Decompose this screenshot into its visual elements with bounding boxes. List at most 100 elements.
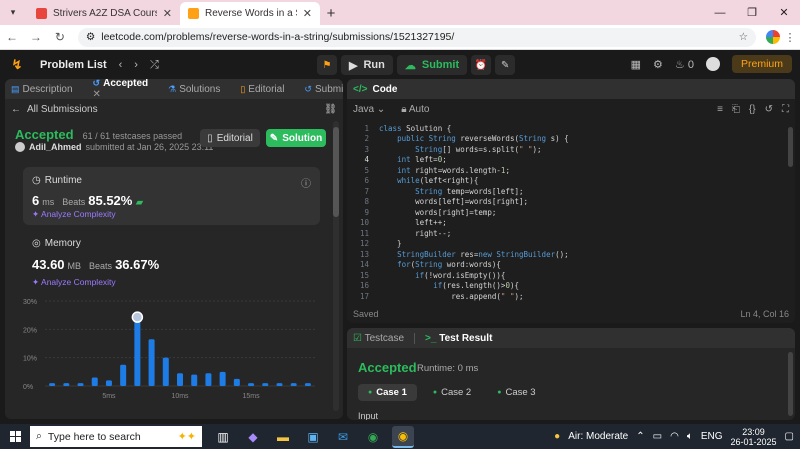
tab-test-result[interactable]: >_ Test Result	[425, 333, 492, 344]
prev-problem-icon[interactable]: ‹	[119, 59, 123, 71]
settings-icon[interactable]: ⚙	[653, 58, 663, 71]
network-icon[interactable]: ◠	[670, 431, 679, 442]
store-icon[interactable]: ▣	[302, 426, 324, 448]
code-line[interactable]: 3 String[] words=s.split(" ");	[347, 144, 787, 155]
shuffle-icon[interactable]: ⤮	[150, 59, 159, 72]
taskbar-search[interactable]: ⌕ Type here to search ✦✦	[30, 426, 202, 447]
timer-icon[interactable]: ⏰	[471, 55, 492, 75]
profile-avatar[interactable]	[766, 30, 781, 44]
code-line[interactable]: 16 if(res.length()>0){	[347, 281, 787, 292]
task-view-icon[interactable]: ▥	[212, 426, 234, 448]
site-info-icon[interactable]: ⚙	[86, 31, 95, 43]
format-icon[interactable]: ≡	[717, 104, 723, 115]
language-indicator[interactable]: ENG	[701, 431, 723, 442]
forward-icon[interactable]: →	[24, 30, 48, 44]
close-tab-icon[interactable]: ✕	[93, 89, 101, 100]
mail-icon[interactable]: ✉	[332, 426, 354, 448]
code-line[interactable]: 10 left++;	[347, 218, 787, 229]
streak-counter[interactable]: ♨ 0	[675, 58, 694, 71]
chrome-active-icon[interactable]: ◉	[392, 425, 414, 448]
leetcode-logo-icon[interactable]: ↯	[10, 57, 24, 72]
notification-icon[interactable]: ▢	[785, 431, 794, 442]
volume-icon[interactable]: 🔈︎	[687, 431, 693, 442]
analyze-complexity-link[interactable]: ✦ Analyze Complexity	[32, 277, 116, 288]
start-button[interactable]	[4, 424, 26, 449]
case-1-tab[interactable]: ● Case 1	[358, 384, 417, 401]
notes-icon[interactable]: ✎	[495, 55, 516, 75]
fullscreen-icon[interactable]: ⛶	[782, 104, 789, 115]
description-icon: ▤	[11, 83, 20, 94]
info-icon[interactable]: ⓘ	[301, 175, 311, 190]
tab-solutions[interactable]: ⚗ Solutions	[168, 84, 220, 95]
code-line[interactable]: 13 StringBuilder res=new StringBuilder()…	[347, 249, 787, 260]
weather-text[interactable]: Air: Moderate	[568, 431, 628, 442]
new-tab-button[interactable]: +	[320, 2, 342, 25]
code-scrollbar[interactable]	[788, 127, 793, 167]
debug-icon[interactable]: ⚑	[317, 55, 337, 75]
username[interactable]: Adil_Ahmed	[29, 142, 82, 152]
code-line[interactable]: 5 int right=words.length-1;	[347, 165, 787, 176]
tab-submissions[interactable]: ↺Submissi	[304, 84, 343, 95]
analyze-complexity-link[interactable]: ✦ Analyze Complexity	[32, 209, 116, 220]
code-line[interactable]: 1 class Solution {	[347, 123, 787, 134]
minimize-icon[interactable]: —	[704, 0, 736, 25]
browser-tab-strivers[interactable]: Strivers A2Z DSA Course/Sheet ✕	[28, 2, 180, 25]
tray-overflow-icon[interactable]: ⌃	[636, 431, 644, 442]
close-tab-icon[interactable]: ✕	[303, 7, 312, 20]
bookmark-star-icon[interactable]: ☆	[739, 31, 748, 43]
code-line[interactable]: 17 res.append(" ");	[347, 291, 787, 302]
tab-testcase[interactable]: ☑ Testcase	[353, 333, 404, 344]
chrome-icon[interactable]: ◉	[362, 426, 384, 448]
bookmark-icon[interactable]: ⎗	[732, 104, 740, 115]
tab-description[interactable]: ▤ Description	[11, 84, 73, 95]
code-line[interactable]: 4 int left=0;	[347, 155, 787, 166]
premium-button[interactable]: Premium	[731, 55, 792, 73]
run-button[interactable]: ▶ Run	[341, 55, 393, 75]
test-scrollbar[interactable]	[788, 352, 793, 416]
battery-icon[interactable]: ▭	[653, 431, 662, 442]
restore-icon[interactable]: ❐	[736, 0, 768, 25]
back-icon[interactable]: ←	[0, 30, 24, 44]
runtime-card[interactable]: ◷ Runtime ⓘ 6 ms Beats 85.52% ▰ ✦ Analyze Co…	[23, 167, 320, 225]
url-input[interactable]: ⚙ leetcode.com/problems/reverse-words-in…	[77, 27, 757, 47]
case-2-tab[interactable]: ● Case 2	[423, 384, 481, 401]
code-line[interactable]: 15 if(!word.isEmpty()){	[347, 270, 787, 281]
auto-mode[interactable]: 🔒︎ Auto	[401, 104, 429, 115]
code-editor[interactable]: 1 class Solution {2 public String reverse…	[347, 123, 787, 303]
browser-menu-icon[interactable]: ⋮	[780, 31, 800, 44]
code-line[interactable]: 14 for(String word:words){	[347, 260, 787, 271]
tab-accepted[interactable]: ↺ Accepted ✕	[93, 79, 149, 100]
layout-icon[interactable]: ▦	[631, 58, 641, 71]
code-line[interactable]: 12 }	[347, 239, 787, 250]
submit-button[interactable]: ☁ Submit	[396, 55, 468, 75]
close-tab-icon[interactable]: ✕	[163, 7, 172, 20]
code-line[interactable]: 9 words[right]=temp;	[347, 207, 787, 218]
tab-list-icon[interactable]: ▾	[4, 4, 22, 20]
clock[interactable]: 23:09 26-01-2025	[731, 427, 777, 447]
share-link-icon[interactable]: ⛓	[324, 104, 337, 115]
code-line[interactable]: 11 right--;	[347, 228, 787, 239]
left-panel-scrollbar[interactable]	[333, 121, 339, 411]
code-line[interactable]: 8 words[left]=words[right];	[347, 197, 787, 208]
reset-icon[interactable]: ↺	[765, 104, 773, 115]
memory-card[interactable]: ◎ Memory 43.60 MB Beats 36.67% ✦ Analyze Com…	[23, 232, 320, 292]
file-explorer-icon[interactable]: ▬	[272, 426, 294, 448]
problem-list-link[interactable]: Problem List	[40, 59, 107, 71]
code-line[interactable]: 7 String temp=words[left];	[347, 186, 787, 197]
tab-editorial[interactable]: ▯ Editorial	[240, 84, 284, 95]
solution-button[interactable]: ✎ Solution	[266, 129, 326, 147]
browser-tab-leetcode[interactable]: Reverse Words in a String - Lee ✕	[180, 2, 320, 25]
close-window-icon[interactable]: ✕	[768, 0, 800, 25]
next-problem-icon[interactable]: ›	[134, 59, 138, 71]
code-line[interactable]: 2 public String reverseWords(String s) {	[347, 134, 787, 145]
language-select[interactable]: Java ⌄	[353, 104, 385, 115]
reload-icon[interactable]: ↻	[48, 30, 72, 44]
braces-icon[interactable]: {}	[749, 104, 756, 115]
code-line[interactable]: 6 while(left<right){	[347, 176, 787, 187]
all-submissions-link[interactable]: ← All Submissions ⛓	[5, 99, 343, 119]
user-avatar[interactable]	[705, 57, 720, 71]
copilot-icon[interactable]: ◆	[242, 426, 264, 448]
case-3-tab[interactable]: ● Case 3	[487, 384, 545, 401]
scroll-thumb[interactable]	[333, 127, 339, 217]
editorial-button[interactable]: ▯ Editorial	[200, 129, 260, 147]
